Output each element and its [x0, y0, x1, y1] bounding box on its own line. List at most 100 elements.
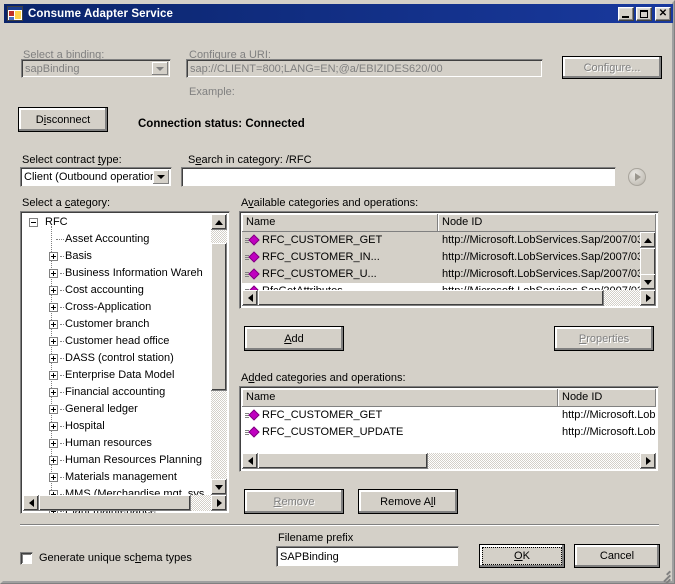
column-header-name[interactable]: Name	[242, 389, 558, 407]
maximize-button[interactable]	[636, 7, 652, 21]
scroll-thumb-h[interactable]	[258, 453, 428, 469]
add-button-label: Add	[284, 333, 304, 345]
minimize-button[interactable]	[618, 7, 634, 21]
available-list[interactable]: Name Node ID RFC_CUSTOMER_GEThttp://Micr…	[239, 211, 659, 309]
tree-item[interactable]: Cost accounting	[23, 282, 223, 299]
tree-vertical-scrollbar[interactable]	[211, 214, 227, 495]
tree-item[interactable]: Financial accounting	[23, 384, 223, 401]
expand-icon[interactable]	[49, 371, 58, 380]
scroll-thumb[interactable]	[211, 243, 227, 391]
close-icon[interactable]: ✕	[655, 7, 671, 21]
column-header-node-id[interactable]: Node ID	[438, 214, 656, 232]
expand-icon[interactable]	[49, 303, 58, 312]
added-horizontal-scrollbar[interactable]	[242, 453, 656, 469]
remove-button[interactable]: Remove	[244, 489, 344, 514]
remove-all-button[interactable]: Remove All	[358, 489, 458, 514]
tree-item-label: RFC	[45, 216, 68, 228]
tree-item[interactable]: RFC	[23, 214, 223, 231]
scroll-left-button[interactable]	[242, 453, 258, 469]
binding-combo[interactable]: sapBinding	[21, 59, 171, 78]
cancel-button[interactable]: Cancel	[574, 544, 660, 568]
scroll-down-button[interactable]	[640, 274, 656, 290]
expand-icon[interactable]	[49, 252, 58, 261]
tree-item[interactable]: Enterprise Data Model	[23, 367, 223, 384]
tree-horizontal-scrollbar[interactable]	[23, 495, 227, 511]
expand-icon[interactable]	[49, 320, 58, 329]
available-horizontal-scrollbar[interactable]	[242, 290, 656, 306]
tree-item[interactable]: Asset Accounting	[23, 231, 223, 248]
tree-item[interactable]: Materials management	[23, 469, 223, 486]
expand-icon[interactable]	[49, 405, 58, 414]
column-header-node-id[interactable]: Node ID	[558, 389, 656, 407]
tree-item[interactable]: Hospital	[23, 418, 223, 435]
filename-prefix-input[interactable]: SAPBinding	[276, 546, 459, 567]
properties-button-label: Properties	[579, 333, 629, 345]
list-cell-node-id: http://Microsoft.LobServices.Sap/2007/03…	[438, 232, 640, 249]
scroll-thumb[interactable]	[640, 248, 656, 276]
tree-item[interactable]: DASS (control station)	[23, 350, 223, 367]
ok-button[interactable]: OK	[479, 544, 565, 568]
go-arrow-icon[interactable]	[628, 168, 646, 186]
properties-button[interactable]: Properties	[554, 326, 654, 351]
list-row[interactable]: RFC_CUSTOMER_UPDATEhttp://Microsoft.Lob	[242, 424, 656, 441]
generate-unique-schema-checkbox[interactable]	[20, 552, 33, 565]
collapse-icon[interactable]	[29, 218, 38, 227]
list-cell-name: RFC_CUSTOMER_GET	[242, 232, 438, 249]
resize-grip[interactable]	[658, 567, 671, 580]
scroll-down-button[interactable]	[211, 479, 227, 495]
tree-item[interactable]: Customer branch	[23, 316, 223, 333]
tree-item[interactable]: Basis	[23, 248, 223, 265]
expand-icon[interactable]	[49, 286, 58, 295]
tree-item[interactable]: Cross-Application	[23, 299, 223, 316]
added-list[interactable]: Name Node ID RFC_CUSTOMER_GEThttp://Micr…	[239, 386, 659, 472]
scroll-right-button[interactable]	[640, 290, 656, 306]
expand-icon[interactable]	[49, 456, 58, 465]
tree-item[interactable]: Human Resources Planning	[23, 452, 223, 469]
category-tree-items: RFC Asset AccountingBasis Business Informa…	[23, 214, 223, 514]
remove-all-button-label: Remove All	[380, 496, 436, 508]
configure-button[interactable]: Configure...	[562, 56, 662, 79]
tree-item-label: Business Information Wareh	[65, 267, 203, 279]
scroll-left-button[interactable]	[23, 495, 39, 511]
scroll-right-button[interactable]	[640, 453, 656, 469]
list-cell-name-text: RFC_CUSTOMER_GET	[262, 407, 382, 424]
scroll-up-button[interactable]	[640, 232, 656, 248]
operation-icon	[245, 427, 261, 439]
scroll-up-button[interactable]	[211, 214, 227, 230]
list-row[interactable]: RFC_CUSTOMER_U...http://Microsoft.LobSer…	[242, 266, 640, 283]
available-label: Available categories and operations:	[241, 197, 418, 210]
expand-icon[interactable]	[49, 354, 58, 363]
binding-combo-value: sapBinding	[25, 63, 79, 75]
tree-item[interactable]: Customer head office	[23, 333, 223, 350]
tree-item[interactable]: General ledger	[23, 401, 223, 418]
expand-icon[interactable]	[49, 422, 58, 431]
expand-icon[interactable]	[49, 337, 58, 346]
expand-icon[interactable]	[49, 439, 58, 448]
available-vertical-scrollbar[interactable]	[640, 232, 656, 290]
uri-field[interactable]: sap://CLIENT=800;LANG=EN;@a/EBIZIDES620/…	[186, 59, 543, 78]
expand-icon[interactable]	[49, 269, 58, 278]
add-button[interactable]: Add	[244, 326, 344, 351]
tree-item[interactable]: Business Information Wareh	[23, 265, 223, 282]
scroll-thumb-h[interactable]	[39, 495, 191, 511]
disconnect-button[interactable]: Disconnect	[18, 107, 108, 132]
contract-type-combo[interactable]: Client (Outbound operations)	[20, 167, 172, 187]
scroll-left-button[interactable]	[242, 290, 258, 306]
list-row[interactable]: RFC_CUSTOMER_GEThttp://Microsoft.Lob	[242, 407, 656, 424]
search-input[interactable]	[181, 167, 616, 187]
expand-icon[interactable]	[49, 473, 58, 482]
expand-icon[interactable]	[49, 388, 58, 397]
chevron-down-icon[interactable]	[153, 170, 169, 184]
tree-item[interactable]: Human resources	[23, 435, 223, 452]
tree-item-label: Cross-Application	[65, 301, 151, 313]
generate-unique-schema-label[interactable]: Generate unique schema types	[39, 552, 192, 565]
scroll-right-button[interactable]	[211, 495, 227, 511]
chevron-down-icon[interactable]	[152, 62, 168, 75]
column-header-name[interactable]: Name	[242, 214, 438, 232]
list-cell-node-id: http://Microsoft.LobServices.Sap/2007/03…	[438, 266, 640, 283]
title-bar[interactable]: Consume Adapter Service ✕	[4, 4, 673, 23]
scroll-thumb-h[interactable]	[258, 290, 604, 306]
category-tree[interactable]: RFC Asset AccountingBasis Business Informa…	[20, 211, 230, 514]
list-row[interactable]: RFC_CUSTOMER_IN...http://Microsoft.LobSe…	[242, 249, 640, 266]
list-row[interactable]: RFC_CUSTOMER_GEThttp://Microsoft.LobServ…	[242, 232, 640, 249]
